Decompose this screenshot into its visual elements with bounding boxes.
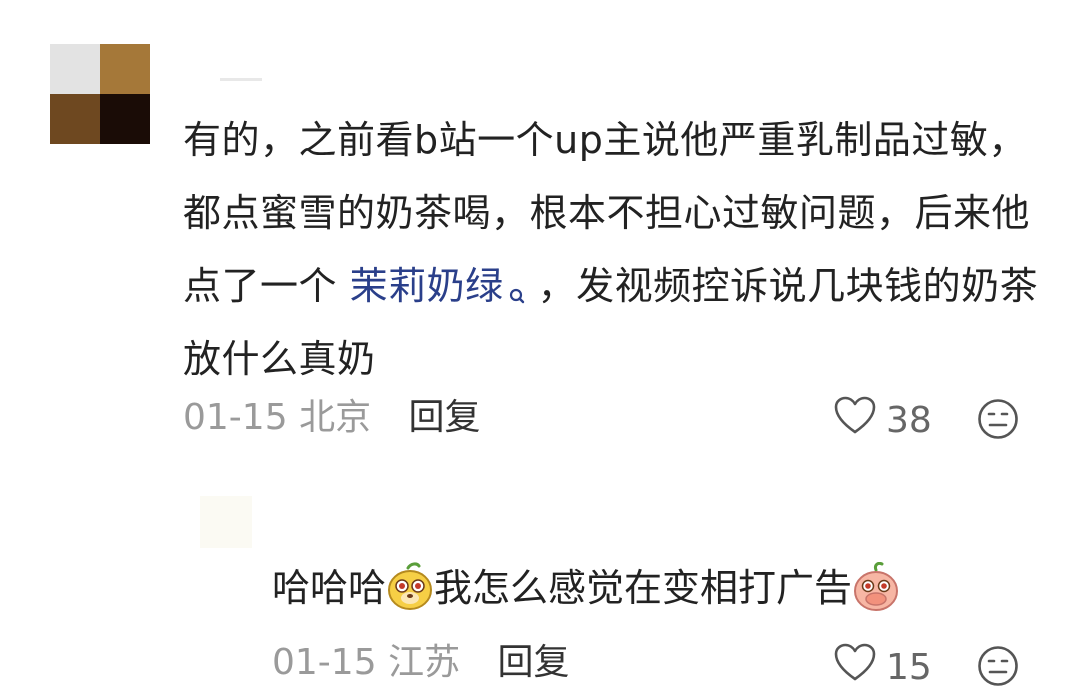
avatar[interactable] bbox=[50, 44, 150, 144]
avatar-tile bbox=[50, 44, 100, 94]
heart-icon[interactable] bbox=[834, 643, 876, 692]
emoji-face-icon[interactable] bbox=[977, 398, 1019, 440]
reply-meta: 01-15 江苏 回复 bbox=[272, 643, 570, 683]
reply-like-button[interactable]: 15 bbox=[834, 643, 932, 692]
reply-text: 哈哈哈 我怎么感觉在变相打广告 bbox=[272, 560, 900, 616]
heart-icon[interactable] bbox=[834, 396, 876, 445]
comment-meta: 01-15 北京 回复 bbox=[183, 398, 481, 438]
peach-covering-mouth-sticker-icon bbox=[852, 561, 900, 612]
like-count: 38 bbox=[886, 400, 932, 441]
reply-button[interactable]: 回复 bbox=[409, 397, 481, 438]
reply-text-part2: 我怎么感觉在变相打广告 bbox=[434, 566, 853, 610]
comment-date: 01-15 bbox=[183, 397, 288, 438]
bear-face-sticker-icon bbox=[386, 561, 434, 612]
reply-reply-button[interactable]: 回复 bbox=[498, 642, 570, 683]
reply-location: 江苏 bbox=[388, 642, 461, 683]
reply-date: 01-15 bbox=[272, 642, 377, 683]
emoji-face-icon[interactable] bbox=[977, 645, 1019, 687]
comment-text: 有的，之前看b站一个up主说他严重乳制品过敏，都点蜜雪的奶茶喝，根本不担心过敏问… bbox=[183, 104, 1043, 396]
search-link[interactable]: 茉莉奶绿 bbox=[350, 264, 504, 308]
avatar-tile bbox=[50, 94, 100, 144]
reply-avatar[interactable] bbox=[200, 496, 252, 548]
like-button[interactable]: 38 bbox=[834, 396, 932, 445]
comment-location: 北京 bbox=[299, 397, 372, 438]
avatar-tile bbox=[100, 44, 150, 94]
reply-like-count: 15 bbox=[886, 647, 932, 688]
username[interactable] bbox=[220, 78, 262, 81]
search-icon[interactable] bbox=[506, 264, 528, 304]
reply-text-part1: 哈哈哈 bbox=[272, 566, 387, 610]
avatar-tile bbox=[100, 94, 150, 144]
